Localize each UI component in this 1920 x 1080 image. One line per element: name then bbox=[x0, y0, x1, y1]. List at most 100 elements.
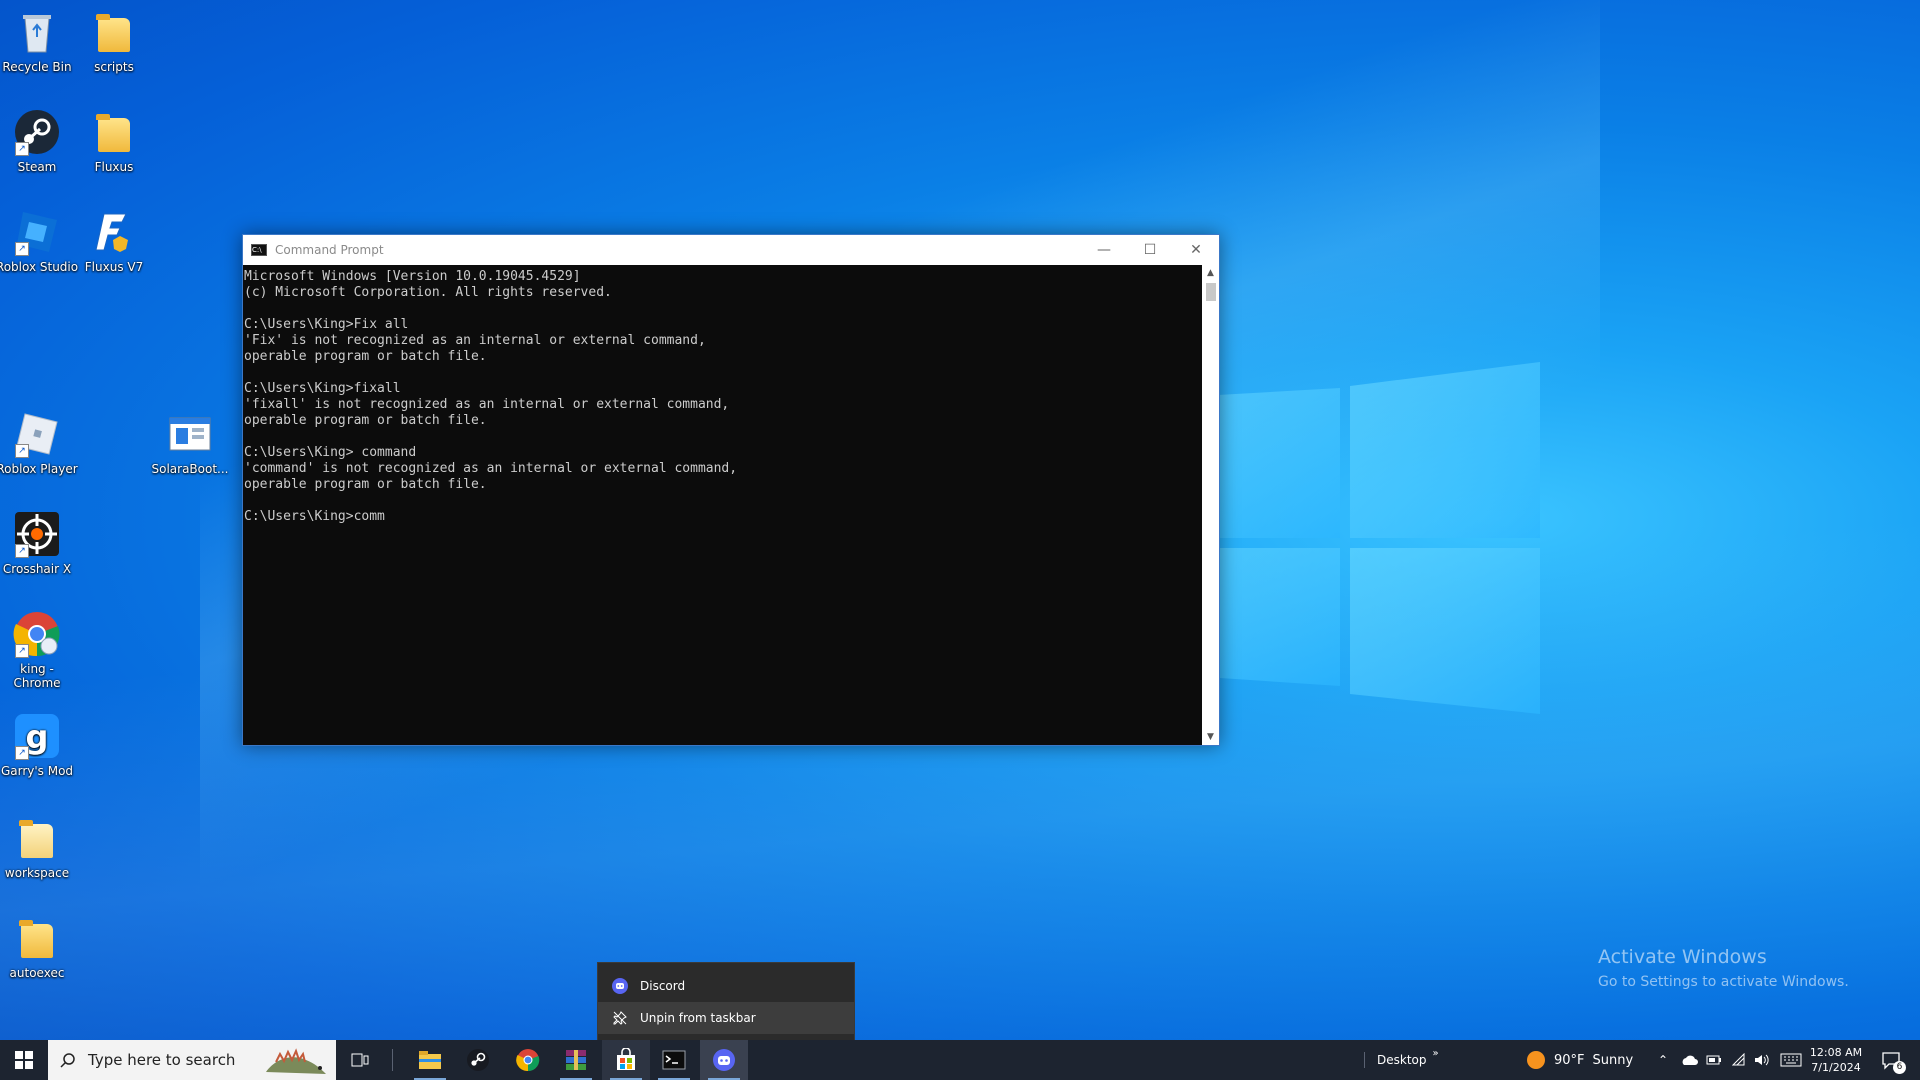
desktop-icon-autoexec[interactable]: autoexec bbox=[0, 914, 79, 980]
minimize-button[interactable]: — bbox=[1081, 235, 1127, 265]
toolbar-separator bbox=[1364, 1052, 1365, 1068]
clock-time: 12:08 AM bbox=[1809, 1046, 1863, 1059]
desktop-icon-fluxus[interactable]: Fluxus bbox=[72, 108, 156, 174]
microsoft-store-icon bbox=[617, 1048, 635, 1070]
system-tray: ⌃ bbox=[1654, 1040, 1802, 1080]
desktop-icon-roblox-studio[interactable]: ↗ Roblox Studio bbox=[0, 208, 79, 274]
maximize-button[interactable]: ☐ bbox=[1127, 235, 1173, 265]
desktop-icon-fluxus-v7[interactable]: Fluxus V7 bbox=[72, 208, 156, 274]
desktop-icon-label: SolaraBoot... bbox=[151, 462, 229, 476]
desktop-icon-label: Fluxus V7 bbox=[84, 260, 144, 274]
taskbar: Type here to search Desktop » 90°F Sunny… bbox=[0, 1040, 1920, 1080]
close-button[interactable]: ✕ bbox=[1173, 235, 1219, 265]
scroll-up-arrow-icon[interactable]: ▲ bbox=[1202, 265, 1219, 281]
folder-icon bbox=[13, 814, 61, 862]
folder-icon bbox=[90, 8, 138, 56]
keyboard-icon[interactable] bbox=[1780, 1053, 1802, 1067]
steam-icon bbox=[467, 1049, 489, 1071]
application-window-icon bbox=[166, 410, 214, 458]
search-highlight-dinosaur-icon bbox=[266, 1048, 326, 1074]
chevron-double-right-icon[interactable]: » bbox=[1433, 1048, 1439, 1059]
shortcut-arrow-icon: ↗ bbox=[15, 644, 29, 658]
network-wifi-icon[interactable] bbox=[1732, 1053, 1746, 1067]
taskbar-app-chrome[interactable] bbox=[504, 1040, 552, 1080]
chrome-icon: ↗ bbox=[13, 610, 61, 658]
notification-count-badge: 6 bbox=[1893, 1061, 1906, 1074]
taskbar-app-microsoft-store[interactable] bbox=[602, 1040, 650, 1080]
unpin-label: Unpin from taskbar bbox=[640, 1011, 756, 1025]
volume-icon[interactable] bbox=[1754, 1053, 1770, 1067]
desktop-icon-garrys-mod[interactable]: g ↗ Garry's Mod bbox=[0, 712, 79, 778]
taskbar-app-command-prompt[interactable] bbox=[650, 1040, 698, 1080]
vertical-scrollbar[interactable]: ▲ ▼ bbox=[1202, 265, 1219, 745]
task-view-button[interactable] bbox=[342, 1040, 378, 1080]
start-button[interactable] bbox=[0, 1040, 48, 1080]
steam-icon: ↗ bbox=[13, 108, 61, 156]
weather-temp: 90°F bbox=[1554, 1052, 1585, 1068]
weather-widget[interactable]: 90°F Sunny bbox=[1526, 1040, 1633, 1080]
folder-icon bbox=[13, 914, 61, 962]
window-title: Command Prompt bbox=[275, 243, 384, 257]
discord-icon bbox=[713, 1049, 735, 1071]
desktop-icon-label: king - Chrome bbox=[13, 662, 61, 690]
scroll-down-arrow-icon[interactable]: ▼ bbox=[1202, 729, 1219, 745]
taskbar-separator bbox=[390, 1040, 394, 1080]
desktop-icon-roblox-player[interactable]: ↗ Roblox Player bbox=[0, 410, 79, 476]
discord-icon bbox=[612, 978, 628, 994]
title-bar[interactable]: C:\ Command Prompt — ☐ ✕ bbox=[243, 235, 1219, 265]
desktop-icon-king-chrome[interactable]: ↗ king - Chrome bbox=[0, 610, 79, 690]
desktop-icon-recycle-bin[interactable]: Recycle Bin bbox=[0, 8, 79, 74]
taskbar-app-discord[interactable] bbox=[700, 1040, 748, 1080]
desktop-icon-label: Crosshair X bbox=[2, 562, 72, 576]
taskbar-app-winrar[interactable] bbox=[552, 1040, 600, 1080]
search-placeholder: Type here to search bbox=[88, 1051, 236, 1069]
desktop-icon-label: Fluxus bbox=[94, 160, 134, 174]
winrar-icon bbox=[566, 1050, 586, 1070]
roblox-studio-icon: ↗ bbox=[13, 208, 61, 256]
battery-icon[interactable] bbox=[1706, 1054, 1722, 1066]
onedrive-cloud-icon[interactable] bbox=[1680, 1054, 1698, 1066]
taskbar-app-steam[interactable] bbox=[454, 1040, 502, 1080]
search-box[interactable]: Type here to search bbox=[48, 1040, 336, 1080]
notification-center-button[interactable]: 6 bbox=[1874, 1040, 1908, 1080]
chrome-icon bbox=[516, 1049, 540, 1072]
jump-list-app-item[interactable]: Discord bbox=[598, 970, 854, 1002]
desktop-icon-label: Roblox Studio bbox=[0, 260, 79, 274]
clock-date: 7/1/2024 bbox=[1811, 1061, 1861, 1074]
desktop-icon-steam[interactable]: ↗ Steam bbox=[0, 108, 79, 174]
shortcut-arrow-icon: ↗ bbox=[15, 444, 29, 458]
file-explorer-icon bbox=[419, 1051, 441, 1069]
desktop-icon-label: workspace bbox=[4, 866, 70, 880]
shortcut-arrow-icon: ↗ bbox=[15, 242, 29, 256]
desktop-icon-solaraboot[interactable]: SolaraBoot... bbox=[148, 410, 232, 476]
crosshair-x-icon: ↗ bbox=[13, 510, 61, 558]
desktop-icon-label: autoexec bbox=[9, 966, 65, 980]
desktop-icon-label: Recycle Bin bbox=[2, 60, 72, 74]
desktop-icon-workspace[interactable]: workspace bbox=[0, 814, 79, 880]
desktop-icon-label: scripts bbox=[94, 60, 134, 74]
activate-windows-watermark: Activate Windows Go to Settings to activ… bbox=[1598, 946, 1849, 990]
show-hidden-icons-chevron-icon[interactable]: ⌃ bbox=[1654, 1053, 1672, 1067]
folder-icon bbox=[90, 108, 138, 156]
console-output[interactable]: Microsoft Windows [Version 10.0.19045.45… bbox=[243, 265, 1202, 745]
windows-start-icon bbox=[15, 1051, 33, 1069]
unpin-from-taskbar-item[interactable]: Unpin from taskbar bbox=[598, 1002, 854, 1034]
unpin-icon bbox=[612, 1010, 628, 1026]
shortcut-arrow-icon: ↗ bbox=[15, 142, 29, 156]
recycle-bin-icon bbox=[13, 8, 61, 56]
clock[interactable]: 12:08 AM 7/1/2024 bbox=[1808, 1040, 1864, 1080]
scroll-thumb[interactable] bbox=[1206, 283, 1216, 301]
command-prompt-icon bbox=[662, 1050, 686, 1070]
desktop-icon-crosshair-x[interactable]: ↗ Crosshair X bbox=[0, 510, 79, 576]
command-prompt-window[interactable]: C:\ Command Prompt — ☐ ✕ Microsoft Windo… bbox=[242, 234, 1220, 746]
desktop-toolbar-label: Desktop bbox=[1377, 1053, 1427, 1067]
watermark-subtitle: Go to Settings to activate Windows. bbox=[1598, 974, 1849, 990]
desktop-icon-scripts[interactable]: scripts bbox=[72, 8, 156, 74]
desktop-icon-label: Garry's Mod bbox=[0, 764, 74, 778]
shortcut-arrow-icon: ↗ bbox=[15, 746, 29, 760]
desktop-toolbar[interactable]: Desktop » bbox=[1364, 1040, 1439, 1080]
garrys-mod-icon: g ↗ bbox=[13, 712, 61, 760]
shortcut-arrow-icon: ↗ bbox=[15, 544, 29, 558]
taskbar-app-file-explorer[interactable] bbox=[406, 1040, 454, 1080]
command-prompt-icon: C:\ bbox=[251, 244, 267, 256]
